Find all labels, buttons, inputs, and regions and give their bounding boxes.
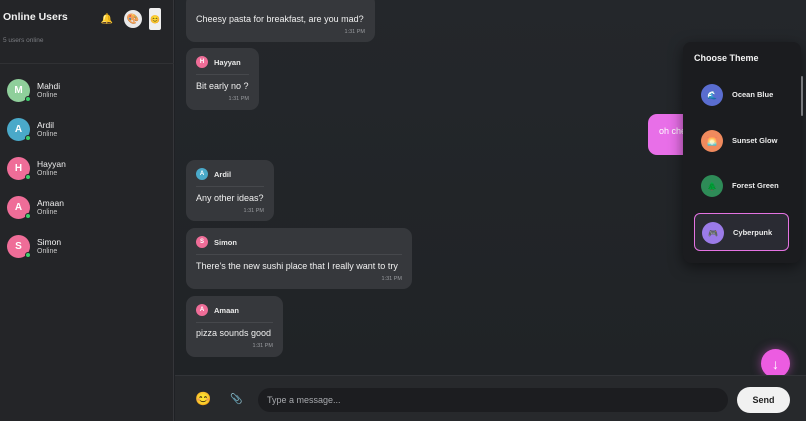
message-time: 1:31 PM [228, 96, 249, 102]
own-message-text: oh che [659, 126, 687, 136]
message-bubble: Cheesy pasta for breakfast, are you mad?… [186, 0, 375, 42]
emoji-picker-icon[interactable]: 😊 [195, 391, 211, 407]
sidebar: Online Users 5 users online 🔔 🎨 😊 M Mahd… [0, 0, 174, 421]
message-text: Cheesy pasta for breakfast, are you mad? [196, 14, 364, 24]
avatar: A [7, 196, 31, 219]
paperclip-icon[interactable]: 📎 [230, 394, 242, 405]
sender-avatar: S [196, 236, 208, 248]
message-time: 1:31 PM [252, 343, 273, 349]
user-list: M Mahdi Online A Ardil Online H Hayyan O… [0, 72, 174, 267]
online-status-dot [25, 174, 31, 180]
message-input[interactable] [258, 388, 728, 412]
online-status-dot [25, 135, 31, 141]
divider [196, 254, 402, 255]
online-status-dot [25, 96, 31, 102]
message-bubble: A Ardil Any other ideas? 1:31 PM [186, 160, 274, 221]
message-bubble: A Amaan pizza sounds good 1:31 PM [186, 296, 283, 357]
user-name: Mahdi [37, 81, 61, 91]
online-status-dot [25, 213, 31, 219]
sunset-icon: 🌅 [701, 130, 723, 152]
arrow-down-icon: ↓ [772, 355, 779, 372]
message-sender: A Ardil [196, 168, 231, 180]
bell-icon[interactable]: 🔔 [98, 10, 116, 28]
message-text: There's the new sushi place that I reall… [196, 261, 398, 271]
sender-avatar: A [196, 168, 208, 180]
theme-option-sunset-glow[interactable]: 🌅 Sunset Glow [694, 122, 789, 160]
theme-panel: Choose Theme 🌊 Ocean Blue 🌅 Sunset Glow … [683, 42, 803, 263]
message-text: Any other ideas? [196, 193, 264, 203]
avatar: H [7, 157, 31, 180]
message-bubble: H Hayyan Bit early no ? 1:31 PM [186, 48, 259, 110]
theme-label: Ocean Blue [732, 90, 774, 99]
message-sender: S Simon [196, 236, 237, 248]
user-item-ardil[interactable]: A Ardil Online [0, 111, 174, 150]
theme-label: Forest Green [732, 181, 779, 190]
divider [196, 74, 249, 75]
user-item-simon[interactable]: S Simon Online [0, 228, 174, 267]
user-status: Online [37, 248, 58, 255]
avatar: S [7, 235, 31, 258]
user-name: Amaan [37, 198, 64, 208]
user-item-amaan[interactable]: A Amaan Online [0, 189, 174, 228]
user-item-mahdi[interactable]: M Mahdi Online [0, 72, 174, 111]
sidebar-header: Online Users 5 users online 🔔 🎨 😊 [0, 0, 174, 64]
online-count: 5 users online [3, 37, 44, 44]
scroll-down-button[interactable]: ↓ [761, 349, 790, 378]
message-text: pizza sounds good [196, 328, 272, 338]
message-time: 1:31 PM [381, 276, 402, 282]
divider [196, 322, 273, 323]
palette-icon[interactable]: 🎨 [124, 10, 142, 28]
message-time: 1:31 PM [344, 29, 365, 35]
user-name: Ardil [37, 120, 55, 130]
tree-icon: 🌲 [701, 175, 723, 197]
emoji-icon[interactable]: 😊 [149, 8, 161, 30]
message-sender: A Amaan [196, 304, 239, 316]
message-text: Bit early no ? [196, 81, 249, 91]
send-button[interactable]: Send [737, 387, 790, 413]
scrollbar[interactable] [801, 76, 803, 116]
user-status: Online [37, 209, 58, 216]
theme-option-forest-green[interactable]: 🌲 Forest Green [694, 167, 789, 205]
theme-option-cyberpunk[interactable]: 🎮 Cyberpunk [694, 213, 789, 251]
user-name: Hayyan [37, 159, 66, 169]
theme-label: Cyberpunk [733, 228, 773, 237]
user-name: Simon [37, 237, 62, 247]
wave-icon: 🌊 [701, 84, 723, 106]
theme-panel-title: Choose Theme [694, 53, 759, 63]
sidebar-title: Online Users [3, 11, 68, 23]
avatar: A [7, 118, 31, 141]
user-item-hayyan[interactable]: H Hayyan Online [0, 150, 174, 189]
user-status: Online [37, 170, 58, 177]
online-status-dot [25, 252, 31, 258]
sender-avatar: H [196, 56, 208, 68]
theme-option-ocean-blue[interactable]: 🌊 Ocean Blue [694, 76, 789, 114]
theme-label: Sunset Glow [732, 136, 778, 145]
message-time: 1:31 PM [243, 208, 264, 214]
user-status: Online [37, 131, 58, 138]
gamepad-icon: 🎮 [702, 222, 724, 244]
avatar: M [7, 79, 31, 102]
user-status: Online [37, 92, 58, 99]
sender-avatar: A [196, 304, 208, 316]
message-bubble: S Simon There's the new sushi place that … [186, 228, 412, 289]
divider [196, 186, 264, 187]
message-sender: H Hayyan [196, 56, 241, 68]
